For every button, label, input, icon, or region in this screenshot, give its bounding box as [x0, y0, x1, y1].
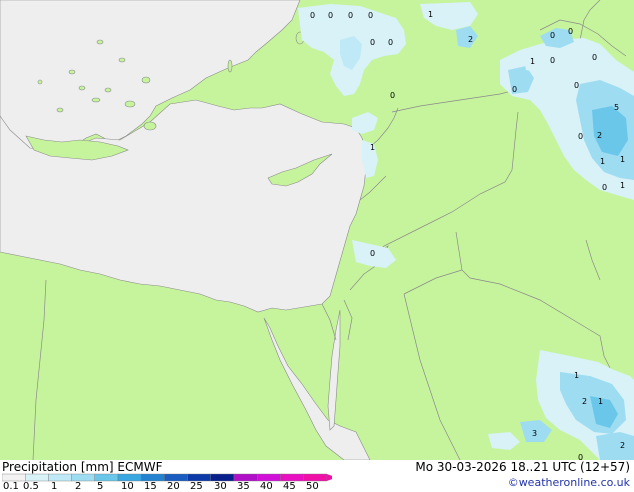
scale-swatch — [164, 473, 188, 482]
scale-tick-label: 20 — [167, 481, 180, 492]
scale-swatch — [280, 473, 304, 482]
scale-tick-label: 10 — [121, 481, 134, 492]
value-label: 0 — [550, 56, 555, 65]
value-label: 1 — [620, 155, 625, 164]
scale-swatch — [303, 473, 328, 482]
value-label: 0 — [568, 27, 573, 36]
scale-swatch — [48, 473, 72, 482]
valid-time: Mo 30-03-2026 18..21 UTC (12+57) — [415, 460, 630, 474]
scale-tick-label: 30 — [214, 481, 227, 492]
value-label: 0 — [328, 11, 333, 20]
scale-swatch — [71, 473, 95, 482]
value-label: 0 — [592, 53, 597, 62]
scale-tick-label: 15 — [144, 481, 157, 492]
value-label: 0 — [370, 249, 375, 258]
value-label: 0 — [550, 31, 555, 40]
value-label: 0 — [310, 11, 315, 20]
value-label: 5 — [614, 103, 619, 112]
scale-tick-label: 35 — [237, 481, 250, 492]
scale-tick-label: 45 — [283, 481, 296, 492]
value-label: 0 — [578, 453, 583, 460]
scale-swatch — [117, 473, 142, 482]
value-label: 2 — [620, 441, 625, 450]
scale-tick-label: 25 — [190, 481, 203, 492]
scale-swatch — [233, 473, 258, 482]
value-label: 0 — [370, 38, 375, 47]
scale-swatch — [25, 473, 49, 482]
value-label: 1 — [574, 371, 579, 380]
scale-swatch — [94, 473, 119, 482]
value-label: 0 — [388, 38, 393, 47]
legend-footer: Precipitation [mm] ECMWF Mo 30-03-2026 1… — [0, 460, 634, 492]
value-label: 1 — [598, 397, 603, 406]
value-label: 1 — [600, 157, 605, 166]
value-label: 0 — [390, 91, 395, 100]
value-label: 2 — [582, 397, 587, 406]
scale-swatch — [187, 473, 212, 482]
value-label: 1 — [370, 143, 375, 152]
value-label: 1 — [428, 10, 433, 19]
value-label: 0 — [578, 132, 583, 141]
model-name: ECMWF — [117, 460, 163, 474]
scale-arrow — [326, 474, 332, 481]
value-label: 0 — [512, 85, 517, 94]
scale-tick-label: 40 — [260, 481, 273, 492]
precipitation-map: 0 0 0 0 1 2 0 0 0 0 0 1 0 0 0 0 5 2 0 1 … — [0, 0, 634, 460]
value-label: 0 — [348, 11, 353, 20]
scale-swatch — [256, 473, 281, 482]
scale-swatch — [210, 473, 235, 482]
scale-tick-label: 0.5 — [23, 481, 39, 492]
scale-tick-label: 5 — [97, 481, 104, 492]
scale-swatch — [2, 473, 26, 482]
scale-swatch — [140, 473, 165, 482]
value-label: 2 — [597, 131, 602, 140]
value-label: 3 — [532, 429, 537, 438]
scale-tick-label: 0.1 — [3, 481, 19, 492]
value-label: 0 — [368, 11, 373, 20]
value-label: 0 — [574, 81, 579, 90]
scale-tick-label: 2 — [75, 481, 82, 492]
value-label: 1 — [530, 57, 535, 66]
legend-title: Precipitation [mm] ECMWF — [2, 460, 163, 474]
credit-link[interactable]: ©weatheronline.co.uk — [508, 476, 630, 489]
value-label: 0 — [602, 183, 607, 192]
value-label: 1 — [620, 181, 625, 190]
scale-tick-label: 1 — [51, 481, 58, 492]
scale-tick-label: 50 — [306, 481, 319, 492]
value-label: 2 — [468, 35, 473, 44]
